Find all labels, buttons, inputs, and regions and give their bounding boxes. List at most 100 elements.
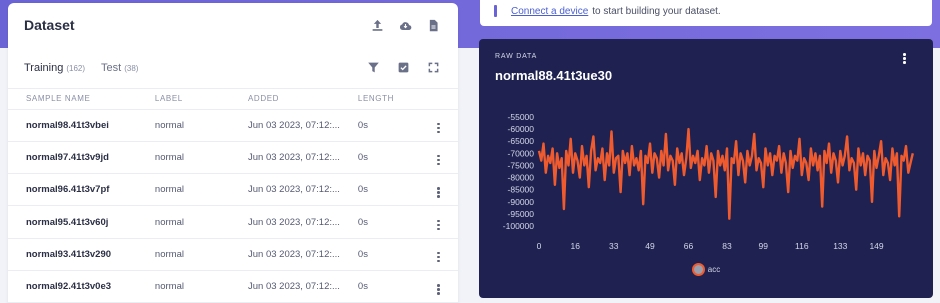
- column-header-added[interactable]: ADDED: [230, 89, 340, 110]
- y-tick-label: -65000: [508, 136, 535, 146]
- sample-added: Jun 03 2023, 07:12:...: [230, 173, 340, 207]
- chart-legend[interactable]: acc: [479, 263, 933, 276]
- x-tick-label: 49: [645, 241, 655, 251]
- y-tick-label: -80000: [508, 173, 535, 183]
- sample-added: Jun 03 2023, 07:12:...: [230, 109, 340, 142]
- dataset-title: Dataset: [24, 17, 75, 33]
- x-tick-label: 116: [795, 241, 809, 251]
- upload-icon[interactable]: [370, 18, 384, 32]
- dataset-tabs: Training (162) Test (38): [24, 62, 138, 74]
- sample-name: normal95.41t3v60j: [8, 205, 137, 239]
- more-options-icon[interactable]: [437, 284, 440, 295]
- legend-label-acc: acc: [707, 265, 721, 274]
- cloud-icon[interactable]: [398, 18, 412, 32]
- banner-accent-bar: [494, 5, 497, 17]
- sample-added: Jun 03 2023, 07:12:...: [230, 270, 340, 303]
- table-row[interactable]: normal96.41t3v7pf normal Jun 03 2023, 07…: [8, 173, 458, 207]
- column-header-actions: [418, 89, 458, 110]
- sample-label: normal: [136, 141, 230, 175]
- sample-label: normal: [136, 173, 230, 207]
- checkbox-icon[interactable]: [396, 61, 410, 75]
- x-tick-label: 0: [537, 241, 542, 251]
- row-menu-cell: [418, 173, 458, 207]
- sample-added: Jun 03 2023, 07:12:...: [230, 238, 340, 271]
- samples-table: SAMPLE NAME LABEL ADDED LENGTH normal98.…: [8, 89, 458, 303]
- sample-added: Jun 03 2023, 07:12:...: [230, 141, 340, 175]
- sample-length: 0s: [339, 173, 419, 207]
- row-menu-cell: [418, 238, 458, 271]
- more-options-icon[interactable]: [437, 154, 440, 166]
- sample-name: normal93.41t3v290: [8, 238, 137, 271]
- x-tick-label: 16: [571, 241, 581, 251]
- tab-test-count: (38): [124, 63, 139, 73]
- row-menu-cell: [418, 141, 458, 175]
- sample-name: normal96.41t3v7pf: [8, 173, 137, 207]
- filter-icon[interactable]: [366, 61, 380, 75]
- x-tick-label: 99: [759, 241, 769, 251]
- row-menu-cell: [418, 205, 458, 239]
- table-row[interactable]: normal95.41t3v60j normal Jun 03 2023, 07…: [8, 205, 458, 239]
- expand-icon[interactable]: [426, 61, 440, 75]
- raw-data-more-options-icon[interactable]: [903, 53, 906, 64]
- sample-label: normal: [136, 109, 230, 142]
- connect-device-banner: Connect a device to start building your …: [480, 0, 932, 26]
- y-tick-label: -55000: [508, 112, 535, 122]
- tab-training[interactable]: Training (162): [24, 62, 85, 74]
- column-header-label[interactable]: LABEL: [136, 89, 230, 110]
- sample-length: 0s: [339, 205, 419, 239]
- file-icon[interactable]: [426, 18, 440, 32]
- y-tick-label: -95000: [508, 209, 535, 219]
- dataset-tab-actions: [366, 61, 440, 75]
- tab-test[interactable]: Test (38): [101, 62, 138, 74]
- y-tick-label: -75000: [508, 160, 535, 170]
- more-options-icon[interactable]: [437, 251, 440, 263]
- y-tick-label: -100000: [503, 221, 534, 231]
- tab-training-count: (162): [66, 63, 86, 73]
- sample-name: normal97.41t3v9jd: [8, 141, 137, 175]
- x-tick-label: 83: [722, 241, 732, 251]
- table-row[interactable]: normal97.41t3v9jd normal Jun 03 2023, 07…: [8, 141, 458, 175]
- y-tick-label: -60000: [508, 124, 535, 134]
- y-tick-label: -70000: [508, 148, 535, 158]
- dataset-tabs-row: Training (162) Test (38): [8, 47, 458, 89]
- y-tick-label: -90000: [508, 197, 535, 207]
- sample-label: normal: [136, 205, 230, 239]
- column-header-length[interactable]: LENGTH: [339, 89, 419, 110]
- more-options-icon[interactable]: [437, 122, 440, 134]
- y-tick-label: -85000: [508, 185, 535, 195]
- more-options-icon[interactable]: [437, 219, 440, 231]
- table-row[interactable]: normal93.41t3v290 normal Jun 03 2023, 07…: [8, 238, 458, 271]
- dataset-header: Dataset: [8, 3, 458, 47]
- sample-name: normal98.41t3vbei: [8, 109, 137, 142]
- banner-text: to start building your dataset.: [592, 5, 721, 17]
- raw-data-title: normal88.41t3ue30: [495, 68, 613, 83]
- dataset-header-actions: [370, 18, 440, 32]
- raw-data-panel: -55000 -60000 -65000 -70000 -75000 -80000 -850…: [479, 39, 933, 298]
- table-header-row: SAMPLE NAME LABEL ADDED LENGTH: [8, 89, 458, 110]
- sample-length: 0s: [339, 270, 419, 303]
- tab-training-label: Training: [24, 61, 64, 74]
- row-menu-cell: [418, 270, 458, 303]
- sample-length: 0s: [339, 109, 419, 142]
- raw-data-label: RAW DATA: [495, 53, 538, 60]
- sample-added: Jun 03 2023, 07:12:...: [230, 205, 340, 239]
- sample-name: normal92.41t3v0e3: [8, 270, 137, 303]
- column-header-sample-name[interactable]: SAMPLE NAME: [8, 89, 137, 110]
- table-row[interactable]: normal98.41t3vbei normal Jun 03 2023, 07…: [8, 109, 458, 142]
- sample-label: normal: [136, 270, 230, 303]
- x-tick-label: 33: [609, 241, 619, 251]
- table-row[interactable]: normal92.41t3v0e3 normal Jun 03 2023, 07…: [8, 270, 458, 303]
- x-tick-label: 149: [869, 241, 883, 251]
- sample-length: 0s: [339, 238, 419, 271]
- sample-label: normal: [136, 238, 230, 271]
- series-line-acc: [537, 127, 914, 220]
- row-menu-cell: [418, 109, 458, 142]
- x-tick-label: 133: [833, 241, 847, 251]
- legend-marker-acc[interactable]: [691, 263, 705, 276]
- connect-device-link[interactable]: Connect a device: [511, 6, 588, 17]
- more-options-icon[interactable]: [437, 187, 440, 198]
- dataset-panel: Dataset Training (162) Test (38) SAMPLE …: [8, 3, 458, 303]
- x-tick-label: 66: [684, 241, 694, 251]
- sample-length: 0s: [339, 141, 419, 175]
- tab-test-label: Test: [101, 61, 122, 74]
